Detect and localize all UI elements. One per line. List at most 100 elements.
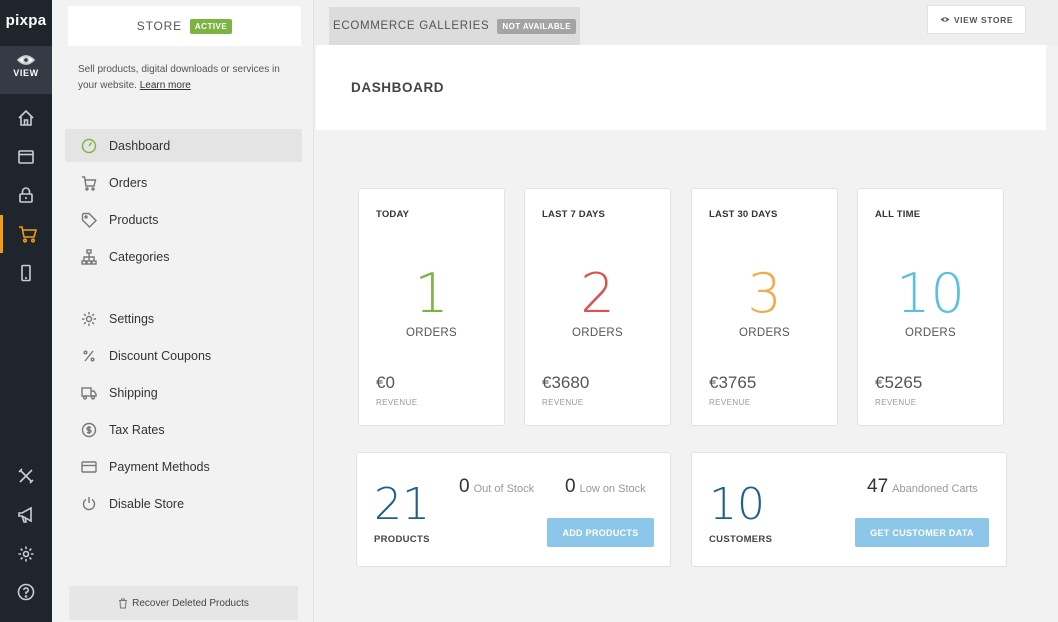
sidebar-item-payment-methods[interactable]: Payment Methods (65, 450, 302, 483)
stat-period: TODAY (376, 209, 410, 220)
recover-deleted-button[interactable]: Recover Deleted Products (69, 586, 298, 620)
sidebar-item-categories[interactable]: Categories (65, 240, 302, 273)
stat-revenue: €5265 (875, 373, 923, 392)
gear-icon[interactable] (0, 535, 52, 573)
store-sidebar: STORE ACTIVE Sell products, digital down… (52, 0, 314, 622)
sidebar-item-discount-coupons[interactable]: Discount Coupons (65, 339, 302, 372)
truck-icon (81, 386, 97, 400)
stat-orders-count: 3 (747, 262, 782, 325)
products-card: 21 PRODUCTS 0 Out of Stock 0 Low on Stock … (356, 452, 671, 567)
customers-card: 10 CUSTOMERS 47 Abandoned Carts GET CUSTO… (691, 452, 1007, 567)
out-of-stock-stat: 0 Out of Stock (459, 476, 534, 498)
window-icon[interactable] (0, 138, 52, 176)
stat-revenue-label: REVENUE (376, 398, 418, 407)
tab-store-label: STORE (136, 19, 182, 33)
stat-revenue: €3765 (709, 373, 757, 392)
sidebar-item-disable-store[interactable]: Disable Store (65, 487, 302, 520)
lock-icon[interactable] (0, 176, 52, 214)
percent-icon (83, 350, 95, 361)
sidebar-item-label: Discount Coupons (109, 348, 212, 363)
view-label: VIEW (13, 68, 39, 78)
stat-card-last-30-days: LAST 30 DAYS 3 ORDERS €3765 REVENUE (691, 188, 838, 426)
dollar-icon (81, 422, 97, 437)
view-store-button[interactable]: VIEW STORE (927, 5, 1026, 34)
sidebar-item-label: Tax Rates (109, 422, 165, 437)
sidebar-item-label: Payment Methods (109, 459, 210, 474)
out-of-stock-count: 0 (459, 476, 470, 497)
stat-revenue-label: REVENUE (875, 398, 917, 407)
sidebar-item-label: Orders (109, 175, 148, 190)
stat-card-today: TODAY 1 ORDERS €0 REVENUE (358, 188, 505, 426)
gauge-icon (81, 138, 97, 153)
stat-period: ALL TIME (875, 209, 921, 220)
tools-icon[interactable] (0, 457, 52, 495)
credit-card-icon (81, 460, 97, 473)
status-badge: NOT AVAILABLE (497, 18, 577, 34)
sidebar-item-settings[interactable]: Settings (65, 302, 302, 335)
tag-icon (81, 212, 97, 228)
products-label: PRODUCTS (374, 534, 430, 545)
sidebar-item-label: Shipping (109, 385, 158, 400)
tab-ecommerce-galleries[interactable]: ECOMMERCE GALLERIES NOT AVAILABLE (329, 7, 580, 45)
sidebar-item-dashboard[interactable]: Dashboard (65, 129, 302, 162)
stat-orders-count: 2 (580, 262, 615, 325)
view-button[interactable]: VIEW (0, 46, 52, 94)
cart-icon[interactable] (0, 215, 52, 253)
stat-revenue: €0 (376, 373, 395, 392)
learn-more-link[interactable]: Learn more (140, 80, 191, 91)
store-description: Sell products, digital downloads or serv… (78, 62, 300, 94)
stat-card-all-time: ALL TIME 10 ORDERS €5265 REVENUE (857, 188, 1004, 426)
sidebar-item-orders[interactable]: Orders (65, 166, 302, 199)
sidebar-item-label: Dashboard (109, 138, 171, 153)
out-of-stock-label: Out of Stock (473, 483, 535, 495)
products-count: 21 (374, 479, 430, 530)
sidebar-item-label: Settings (109, 311, 155, 326)
help-icon[interactable] (0, 573, 52, 611)
view-store-label: VIEW STORE (953, 14, 1014, 25)
sidebar-item-products[interactable]: Products (65, 203, 302, 236)
cart-icon (82, 175, 97, 191)
trash-icon (119, 598, 128, 608)
stat-orders-label: ORDERS (571, 327, 623, 339)
megaphone-icon[interactable] (0, 496, 52, 534)
mobile-icon[interactable] (0, 254, 52, 292)
stat-revenue-label: REVENUE (709, 398, 751, 407)
abandoned-carts-label: Abandoned Carts (892, 483, 978, 495)
page-header: DASHBOARD (316, 45, 1046, 130)
sidebar-item-label: Products (109, 212, 159, 227)
eye-icon (940, 17, 950, 22)
sidebar-item-tax-rates[interactable]: Tax Rates (65, 413, 302, 446)
app-rail: pixpa VIEW (0, 0, 52, 622)
status-badge: ACTIVE (189, 18, 233, 34)
sitemap-icon (81, 248, 97, 265)
sidebar-item-label: Categories (109, 249, 170, 264)
page-title: DASHBOARD (351, 80, 445, 95)
abandoned-carts-count: 47 (867, 476, 889, 497)
stat-card-last-7-days: LAST 7 DAYS 2 ORDERS €3680 REVENUE (524, 188, 671, 426)
gear-icon (82, 311, 96, 326)
get-customer-data-button[interactable]: GET CUSTOMER DATA (855, 518, 989, 547)
home-icon[interactable] (0, 99, 52, 137)
stat-orders-count: 1 (414, 262, 449, 325)
stat-revenue: €3680 (542, 373, 590, 392)
stat-orders-label: ORDERS (405, 327, 457, 339)
customers-count: 10 (709, 479, 765, 530)
stat-orders-label: ORDERS (904, 327, 956, 339)
customers-label: CUSTOMERS (709, 534, 773, 545)
top-bar: ECOMMERCE GALLERIES NOT AVAILABLE VIEW S… (314, 0, 1058, 45)
stat-orders-label: ORDERS (738, 327, 790, 339)
tab-store[interactable]: STORE ACTIVE (68, 6, 301, 46)
stat-period: LAST 30 DAYS (709, 209, 778, 220)
add-products-button[interactable]: ADD PRODUCTS (547, 518, 654, 547)
stat-orders-count: 10 (896, 262, 965, 325)
power-icon (82, 496, 96, 510)
low-stock-count: 0 (565, 476, 576, 497)
tab-galleries-label: ECOMMERCE GALLERIES (332, 20, 490, 32)
low-stock-stat: 0 Low on Stock (565, 476, 646, 498)
sidebar-item-label: Disable Store (109, 496, 185, 511)
sidebar-item-shipping[interactable]: Shipping (65, 376, 302, 409)
stat-period: LAST 7 DAYS (542, 209, 606, 220)
low-stock-label: Low on Stock (579, 483, 646, 495)
abandoned-carts-stat: 47 Abandoned Carts (867, 476, 978, 498)
pixpa-logo[interactable]: pixpa (0, 12, 52, 29)
